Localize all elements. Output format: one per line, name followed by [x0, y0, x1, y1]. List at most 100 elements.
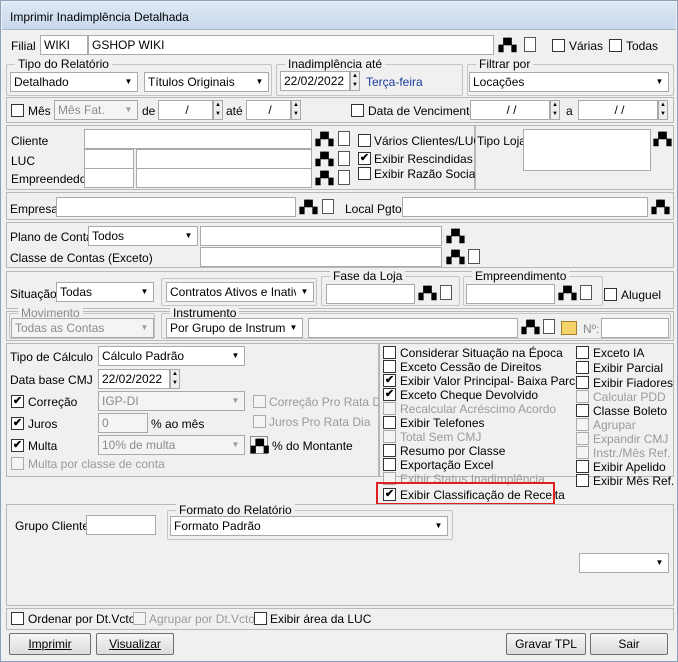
titulos-select[interactable]: Títulos Originais ▼ — [144, 72, 269, 92]
agrupar-dt-checkbox[interactable] — [133, 612, 146, 625]
instrumento-input[interactable] — [308, 318, 518, 338]
opt-right-checkbox-5[interactable] — [576, 418, 589, 431]
ordenar-checkbox[interactable] — [11, 612, 24, 625]
search-luc-icon[interactable]: ▞▚ — [315, 150, 333, 168]
new-classe-icon[interactable] — [468, 249, 480, 264]
opt-right-checkbox-2[interactable] — [576, 376, 589, 389]
mes-select[interactable]: Mês Fat. ▼ — [54, 100, 138, 120]
new-instrumento-icon[interactable] — [543, 319, 555, 334]
empreendedor-name-input[interactable] — [136, 168, 312, 188]
search-fase-icon[interactable]: ▞▚ — [418, 284, 436, 302]
search-multa-icon[interactable]: ▞▚ — [250, 436, 268, 454]
venc-to-spinner[interactable]: ▲ ▼ — [658, 100, 668, 120]
search-empresa-icon[interactable]: ▞▚ — [299, 198, 317, 216]
opt-left-checkbox-1[interactable] — [383, 360, 396, 373]
folder-icon[interactable] — [561, 321, 577, 335]
todas-checkbox[interactable] — [609, 39, 622, 52]
opt-left-checkbox-5[interactable] — [383, 416, 396, 429]
gravar-tpl-button[interactable]: Gravar TPL — [506, 633, 586, 655]
search-filial-icon[interactable]: ▞▚ — [498, 36, 516, 54]
opt-left-checkbox-7[interactable] — [383, 444, 396, 457]
opt-left-checkbox-4[interactable] — [383, 402, 396, 415]
search-plano-icon[interactable]: ▞▚ — [446, 227, 464, 245]
empreendimento-input[interactable] — [466, 284, 555, 304]
local-pgto-input[interactable] — [402, 197, 648, 217]
luc-name-input[interactable] — [136, 149, 312, 169]
opt-left-checkbox-2[interactable]: ✔ — [383, 374, 396, 387]
sair-button[interactable]: Sair — [590, 633, 668, 655]
data-base-spinner[interactable]: ▲ ▼ — [170, 369, 180, 389]
opt-left-checkbox-8[interactable] — [383, 458, 396, 471]
luc-code-input[interactable] — [84, 149, 134, 169]
search-local-icon[interactable]: ▞▚ — [651, 198, 669, 216]
tipo-relatorio-select[interactable]: Detalhado ▼ — [10, 72, 138, 92]
classe-input[interactable] — [200, 247, 442, 267]
opt-right-checkbox-3[interactable] — [576, 390, 589, 403]
opt-right-checkbox-4[interactable] — [576, 404, 589, 417]
empresa-input[interactable] — [56, 197, 296, 217]
no-input[interactable] — [601, 318, 669, 338]
search-classe-icon[interactable]: ▞▚ — [446, 248, 464, 266]
situacao-select[interactable]: Todas ▼ — [56, 282, 154, 302]
search-empreendimento-icon[interactable]: ▞▚ — [558, 284, 576, 302]
varios-clientes-checkbox[interactable] — [358, 134, 371, 147]
opt-right-checkbox-7[interactable] — [576, 446, 589, 459]
search-tipo-loja-icon[interactable]: ▞▚ — [653, 130, 671, 148]
grupo-cliente-input[interactable] — [86, 515, 156, 535]
search-empreendedor-icon[interactable]: ▞▚ — [315, 169, 333, 187]
tipo-calculo-select[interactable]: Cálculo Padrão ▼ — [98, 346, 245, 366]
tipo-loja-list[interactable] — [523, 129, 651, 171]
venc-from-input[interactable]: / / — [470, 100, 550, 120]
empreendedor-code-input[interactable] — [84, 168, 134, 188]
contratos-select[interactable]: Contratos Ativos e Inativo ▼ — [166, 282, 314, 302]
venc-from-spinner[interactable]: ▲ ▼ — [550, 100, 560, 120]
plano-input[interactable] — [200, 226, 442, 246]
movimento-select[interactable]: Todas as Contas ▼ — [11, 318, 154, 338]
instrumento-select[interactable]: Por Grupo de Instrumento ▼ — [166, 318, 303, 338]
new-fase-icon[interactable] — [440, 285, 452, 300]
vencimento-checkbox[interactable] — [351, 104, 364, 117]
new-empresa-icon[interactable] — [322, 199, 334, 214]
correcao-pro-checkbox[interactable] — [253, 395, 266, 408]
multa-checkbox[interactable]: ✔ — [11, 439, 24, 452]
visualizar-button[interactable]: Visualizar — [96, 633, 174, 655]
new-doc-icon[interactable] — [524, 37, 536, 52]
opt-right-checkbox-6[interactable] — [576, 432, 589, 445]
fase-input[interactable] — [326, 284, 415, 304]
correcao-select[interactable]: IGP-DI ▼ — [98, 391, 245, 411]
rescindidas-checkbox[interactable]: ✔ — [358, 152, 371, 165]
imprimir-button[interactable]: Imprimir — [9, 633, 91, 655]
data-base-input[interactable]: 22/02/2022 — [98, 369, 170, 389]
filial-name-input[interactable]: GSHOP WIKI — [88, 35, 494, 55]
opt-right-checkbox-9[interactable] — [576, 474, 589, 487]
formato-select[interactable]: Formato Padrão ▼ — [170, 516, 448, 536]
date-spinner[interactable]: ▲ ▼ — [350, 71, 360, 91]
new-cliente-icon[interactable] — [338, 131, 350, 146]
multa-select[interactable]: 10% de multa ▼ — [98, 435, 245, 455]
mes-checkbox[interactable] — [11, 104, 24, 117]
juros-input[interactable]: 0 — [98, 413, 148, 433]
correcao-checkbox[interactable]: ✔ — [11, 395, 24, 408]
cliente-input[interactable] — [84, 129, 312, 149]
new-empreendimento-icon[interactable] — [580, 285, 592, 300]
filial-code-input[interactable]: WIKI — [40, 35, 88, 55]
new-luc-icon[interactable] — [338, 151, 350, 166]
de-spinner[interactable]: ▲ ▼ — [213, 100, 223, 120]
search-cliente-icon[interactable]: ▞▚ — [315, 130, 333, 148]
de-input[interactable]: / — [158, 100, 213, 120]
area-luc-checkbox[interactable] — [254, 612, 267, 625]
new-empreendedor-icon[interactable] — [338, 170, 350, 185]
opt-right-checkbox-0[interactable] — [576, 346, 589, 359]
juros-checkbox[interactable]: ✔ — [11, 417, 24, 430]
search-instrumento-icon[interactable]: ▞▚ — [521, 318, 539, 336]
inadimplencia-date-input[interactable]: 22/02/2022 — [280, 71, 350, 91]
opt-right-checkbox-8[interactable] — [576, 460, 589, 473]
opt-left-checkbox-0[interactable] — [383, 346, 396, 359]
aluguel-checkbox[interactable] — [604, 288, 617, 301]
opt-left-checkbox-6[interactable] — [383, 430, 396, 443]
ate-spinner[interactable]: ▲ ▼ — [291, 100, 301, 120]
plano-select[interactable]: Todos ▼ — [88, 226, 198, 246]
razao-social-checkbox[interactable] — [358, 167, 371, 180]
opt-left-checkbox-3[interactable]: ✔ — [383, 388, 396, 401]
varias-checkbox[interactable] — [552, 39, 565, 52]
